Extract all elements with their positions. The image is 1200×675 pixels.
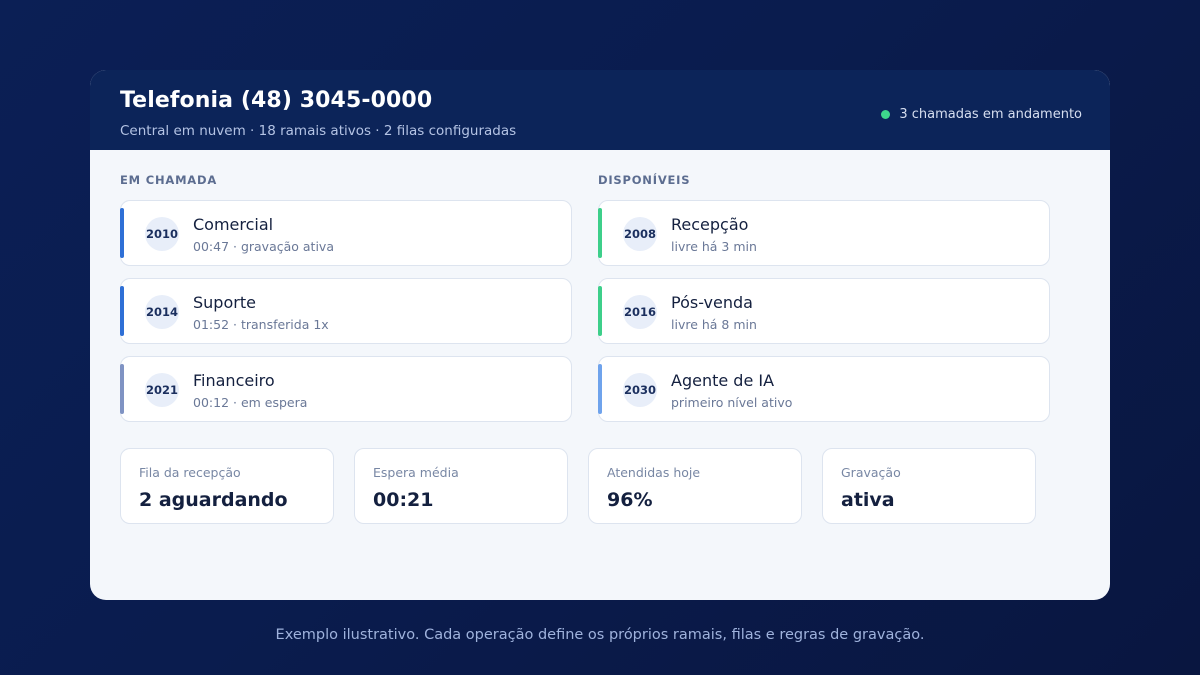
metric-label: Espera média (373, 465, 459, 480)
footer-disclaimer: Exemplo ilustrativo. Cada operação defin… (275, 627, 925, 643)
metric-label: Fila da recepção (139, 465, 241, 480)
extension-number: 2016 (623, 295, 657, 329)
status-accent-bar (120, 286, 124, 336)
available-section-label: DISPONÍVEIS (598, 173, 691, 187)
extension-card-2014[interactable]: 2014 Suporte 01:52 · transferida 1x (120, 278, 572, 344)
card-header: Telefonia (48) 3045-0000 Central em nuve… (90, 70, 1110, 150)
metric-label: Gravação (841, 465, 901, 480)
status-dot-icon (881, 110, 891, 119)
status-accent-bar (598, 286, 602, 336)
extension-name: Agente de IA (671, 371, 775, 390)
metric-value: 00:21 (373, 489, 434, 511)
extension-number: 2008 (623, 217, 657, 251)
extension-meta: livre há 3 min (671, 239, 757, 254)
status-accent-bar (120, 208, 124, 258)
extension-meta: 00:47 · gravação ativa (193, 239, 334, 254)
page-subtitle: Central em nuvem · 18 ramais ativos · 2 … (120, 123, 517, 139)
metric-recording: Gravação ativa (822, 448, 1036, 524)
extension-card-2030[interactable]: 2030 Agente de IA primeiro nível ativo (598, 356, 1050, 422)
status-accent-bar (120, 364, 124, 414)
extension-number: 2030 (623, 373, 657, 407)
extension-card-2021[interactable]: 2021 Financeiro 00:12 · em espera (120, 356, 572, 422)
status-text: 3 chamadas em andamento (899, 107, 1082, 122)
extension-name: Pós-venda (671, 293, 753, 312)
active-calls-status: 3 chamadas em andamento (881, 107, 1082, 122)
metrics-row: Fila da recepção 2 aguardando Espera méd… (120, 448, 1036, 524)
extension-number: 2021 (145, 373, 179, 407)
extension-card-2016[interactable]: 2016 Pós-venda livre há 8 min (598, 278, 1050, 344)
status-accent-bar (598, 208, 602, 258)
metric-label: Atendidas hoje (607, 465, 701, 480)
extension-number: 2010 (145, 217, 179, 251)
metric-average-wait: Espera média 00:21 (354, 448, 568, 524)
extension-number: 2014 (145, 295, 179, 329)
in-call-section-label: EM CHAMADA (120, 173, 218, 187)
extension-meta: livre há 8 min (671, 317, 757, 332)
extension-meta: 01:52 · transferida 1x (193, 317, 329, 332)
in-call-list: 2010 Comercial 00:47 · gravação ativa 20… (120, 200, 572, 434)
status-accent-bar (598, 364, 602, 414)
metric-answered-today: Atendidas hoje 96% (588, 448, 802, 524)
extension-name: Suporte (193, 293, 256, 312)
extension-meta: primeiro nível ativo (671, 395, 793, 410)
extension-card-2010[interactable]: 2010 Comercial 00:47 · gravação ativa (120, 200, 572, 266)
metric-value: 2 aguardando (139, 489, 288, 511)
metric-value: ativa (841, 489, 895, 511)
extension-name: Financeiro (193, 371, 275, 390)
metric-value: 96% (607, 489, 653, 511)
extension-meta: 00:12 · em espera (193, 395, 308, 410)
extension-name: Recepção (671, 215, 749, 234)
extension-card-2008[interactable]: 2008 Recepção livre há 3 min (598, 200, 1050, 266)
metric-reception-queue: Fila da recepção 2 aguardando (120, 448, 334, 524)
extension-name: Comercial (193, 215, 274, 234)
phone-system-card: Telefonia (48) 3045-0000 Central em nuve… (90, 70, 1110, 600)
available-list: 2008 Recepção livre há 3 min 2016 Pós-ve… (598, 200, 1050, 434)
